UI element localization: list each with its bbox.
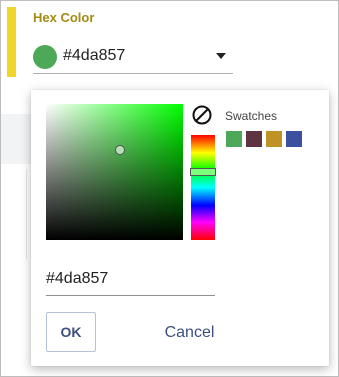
swatch-1[interactable] — [226, 131, 242, 147]
color-picker-popup: Swatches #4da857 OK Cancel — [31, 90, 329, 366]
hue-handle[interactable] — [190, 167, 216, 176]
ok-button[interactable]: OK — [46, 312, 96, 352]
swatch-list — [226, 131, 302, 147]
field-label: Hex Color — [33, 10, 95, 25]
hue-slider[interactable] — [190, 135, 216, 240]
swatch-3[interactable] — [266, 131, 282, 147]
no-color-icon[interactable] — [191, 104, 213, 126]
hex-input[interactable]: #4da857 — [46, 265, 215, 296]
swatches-label: Swatches — [225, 109, 278, 123]
color-dropdown[interactable]: #4da857 — [33, 41, 233, 74]
saturation-brightness-area[interactable] — [46, 104, 183, 240]
background-divider — [26, 169, 27, 259]
cancel-button[interactable]: Cancel — [157, 322, 222, 344]
swatch-4[interactable] — [286, 131, 302, 147]
selected-color-value: #4da857 — [63, 47, 126, 64]
caret-down-icon[interactable] — [216, 53, 226, 59]
accent-bar — [7, 7, 16, 77]
swatch-2[interactable] — [246, 131, 262, 147]
saturation-handle[interactable] — [114, 145, 125, 156]
selected-color-swatch — [33, 45, 57, 69]
